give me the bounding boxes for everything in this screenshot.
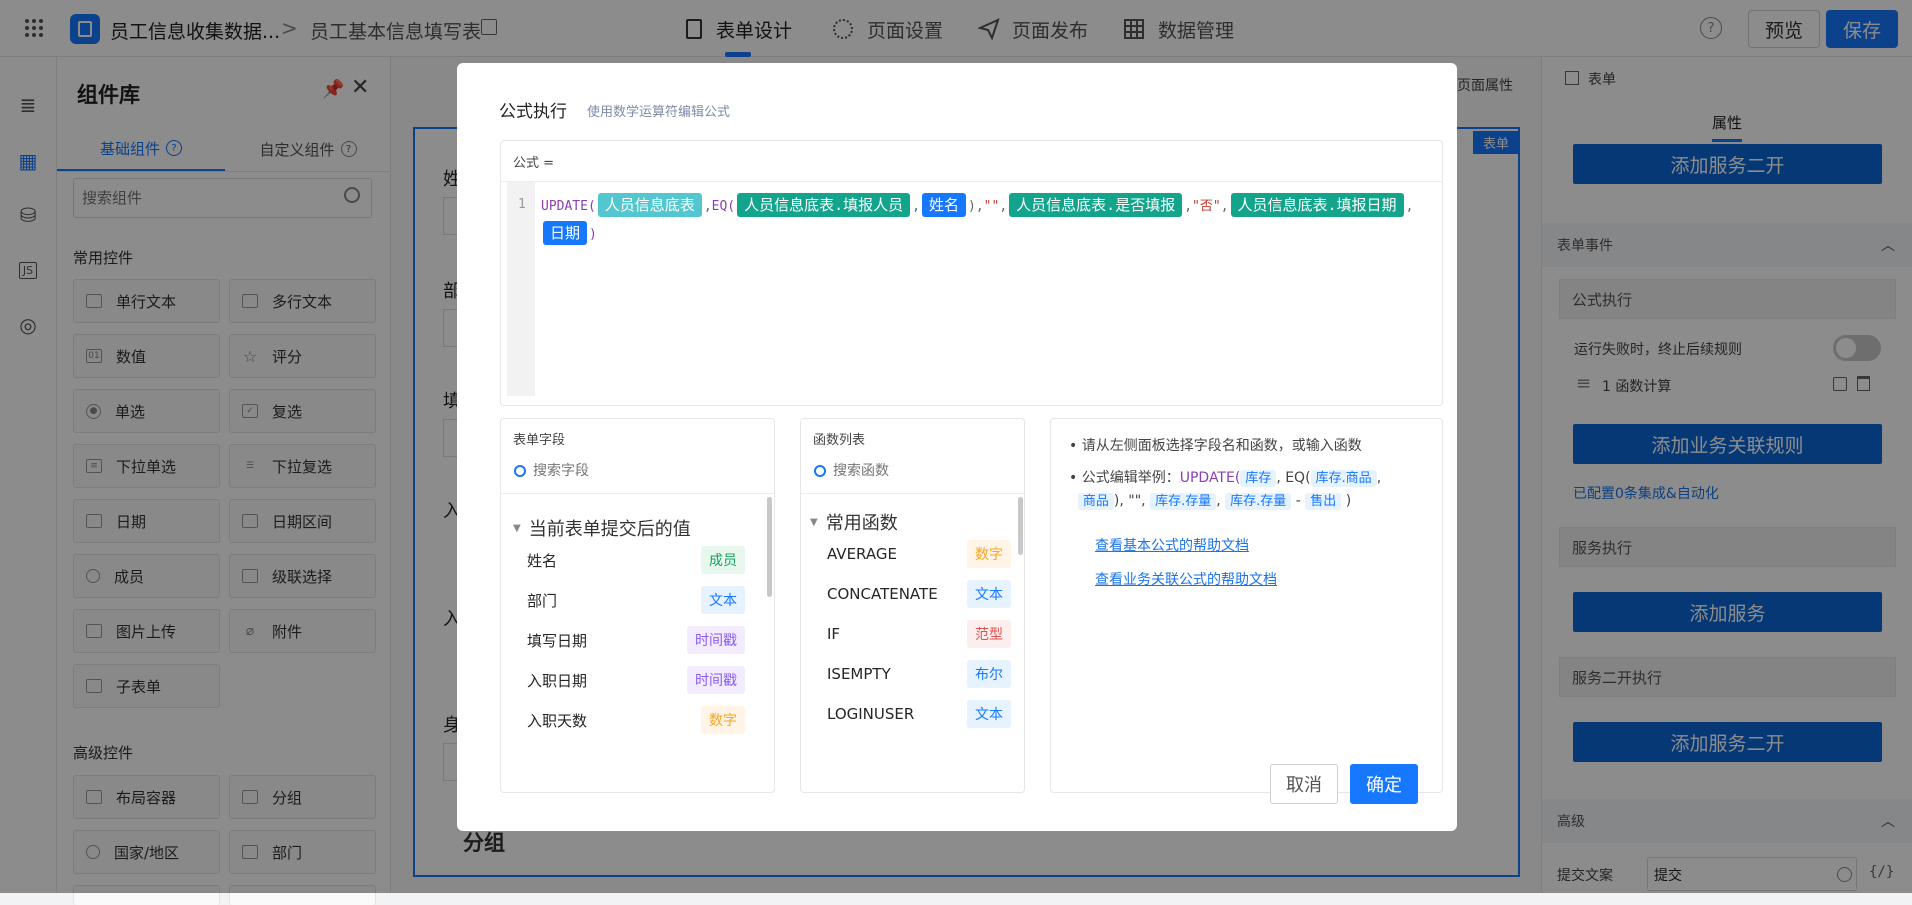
string-literal: "" [983, 199, 1000, 214]
separator: , [999, 199, 1008, 214]
field-type-badge: 数字 [701, 706, 745, 734]
help-panel: • 请从左侧面板选择字段名和函数，或输入函数 • 公式编辑举例：UPDATE(库… [1050, 418, 1443, 793]
line-gutter [507, 182, 535, 396]
cancel-button[interactable]: 取消 [1270, 764, 1338, 804]
example-tag: 库存.存量 [1225, 493, 1292, 510]
field-item[interactable]: 填写日期 时间戳 [501, 620, 761, 660]
field-name: 姓名 [527, 551, 558, 570]
group-title: 常用函数 [825, 513, 898, 534]
caret-down-icon: ▼ [513, 522, 521, 534]
caret-down-icon: ▼ [810, 516, 818, 528]
field-type-badge: 时间戳 [687, 666, 745, 694]
field-name: 填写日期 [527, 631, 588, 650]
formula-code[interactable]: UPDATE(人员信息底表 ,EQ(人员信息底表.填报人员, 姓名),"", 人员信息… [541, 193, 1421, 249]
example-sep: ), "", [1113, 493, 1146, 509]
example-tag: 库存.商品 [1310, 470, 1377, 487]
function-type-badge: 数字 [967, 540, 1011, 568]
field-item[interactable]: 姓名 成员 [501, 540, 761, 580]
example-sep: , EQ( [1276, 470, 1311, 486]
function-type-badge: 文本 [967, 580, 1011, 608]
function-item[interactable]: ISEMPTY 布尔 [801, 654, 1013, 694]
fields-group-toggle[interactable]: ▼ 当前表单提交后的值 [513, 515, 691, 541]
fn-eq: EQ( [711, 199, 736, 214]
separator: ), [968, 199, 984, 214]
example-sep: , [1216, 493, 1221, 509]
function-item[interactable]: AVERAGE 数字 [801, 534, 1013, 574]
field-tag[interactable]: 人员信息底表.是否填报 [1009, 193, 1183, 217]
funcs-search-input[interactable] [833, 455, 1003, 485]
fields-search-input[interactable] [533, 455, 753, 485]
fn-update: UPDATE( [541, 199, 596, 214]
function-item[interactable]: LOGINUSER 文本 [801, 694, 1013, 734]
example-tag: 售出 [1305, 493, 1342, 510]
function-name: IF [827, 625, 841, 643]
example-fn: UPDATE( [1179, 470, 1241, 486]
separator: , [1405, 199, 1414, 214]
example-tag: 库存.存量 [1150, 493, 1217, 510]
field-tag[interactable]: 姓名 [922, 193, 967, 217]
functions-panel: 函数列表 ▼ 常用函数 AVERAGE 数字 CONCATENATE 文本 IF 范型… [800, 418, 1025, 793]
help-tip-2: • 公式编辑举例：UPDATE(库存, EQ(库存.商品, 商品), "", 库… [1069, 470, 1382, 510]
example-sep: , [1376, 470, 1382, 486]
help-tip-1: • 请从左侧面板选择字段名和函数，或输入函数 [1069, 438, 1362, 454]
field-item[interactable]: 入职天数 数字 [501, 700, 761, 740]
funcs-group-toggle[interactable]: ▼ 常用函数 [810, 509, 898, 535]
field-type-badge: 文本 [701, 586, 745, 614]
formula-modal: 公式执行 使用数学运算符编辑公式 公式 = 1 UPDATE(人员信息底表 ,EQ… [457, 63, 1457, 831]
function-item[interactable]: CONCATENATE 文本 [801, 574, 1013, 614]
basic-formula-help-link[interactable]: 查看基本公式的帮助文档 [1095, 535, 1249, 555]
example-sep: - [1295, 493, 1301, 509]
separator: , [1220, 199, 1229, 214]
formula-label: 公式 = [513, 156, 555, 171]
function-type-badge: 文本 [967, 700, 1011, 728]
field-item[interactable]: 部门 文本 [501, 580, 761, 620]
modal-title: 公式执行 [499, 102, 567, 122]
confirm-button[interactable]: 确定 [1350, 764, 1418, 804]
field-item[interactable]: 入职日期 时间戳 [501, 660, 761, 700]
function-type-badge: 布尔 [967, 660, 1011, 688]
formula-editor[interactable]: 公式 = 1 UPDATE(人员信息底表 ,EQ(人员信息底表.填报人员, 姓名),… [500, 140, 1443, 406]
editor-divider [501, 181, 1442, 182]
separator: , [703, 199, 712, 214]
search-icon [514, 465, 526, 477]
example-sep: ) [1345, 493, 1352, 509]
line-number: 1 [518, 197, 526, 212]
separator: ) [589, 227, 597, 242]
string-literal: "否" [1192, 199, 1221, 214]
separator: , [912, 199, 920, 214]
business-formula-help-link[interactable]: 查看业务关联公式的帮助文档 [1095, 569, 1277, 589]
function-name: LOGINUSER [827, 705, 915, 723]
function-type-badge: 范型 [967, 620, 1011, 648]
field-name: 入职日期 [527, 671, 588, 690]
form-fields-panel: 表单字段 ▼ 当前表单提交后的值 姓名成员 部门文本 填写日期时间戳 入职日期时… [500, 418, 775, 793]
function-name: ISEMPTY [827, 665, 891, 683]
funcs-title: 函数列表 [813, 433, 866, 448]
group-title: 当前表单提交后的值 [528, 519, 691, 540]
modal-subtitle: 使用数学运算符编辑公式 [587, 105, 731, 120]
field-name: 入职天数 [527, 711, 588, 730]
example-tag: 商品 [1077, 493, 1114, 510]
function-name: AVERAGE [827, 545, 897, 563]
tip-text: 公式编辑举例： [1081, 470, 1180, 486]
field-tag[interactable]: 人员信息底表.填报人员 [737, 193, 911, 217]
field-tag[interactable]: 日期 [543, 221, 588, 245]
divider [801, 493, 1024, 494]
field-type-badge: 时间戳 [687, 626, 745, 654]
example-tag: 库存 [1240, 470, 1277, 487]
tip-text: 请从左侧面板选择字段名和函数，或输入函数 [1081, 438, 1362, 454]
search-icon [814, 465, 826, 477]
scrollbar[interactable] [767, 497, 772, 597]
fields-title: 表单字段 [513, 433, 566, 448]
field-tag[interactable]: 人员信息底表.填报日期 [1230, 193, 1404, 217]
separator: , [1184, 199, 1193, 214]
divider [501, 493, 774, 494]
field-type-badge: 成员 [701, 546, 745, 574]
scrollbar[interactable] [1018, 497, 1023, 555]
function-name: CONCATENATE [827, 585, 938, 603]
field-name: 部门 [527, 591, 558, 610]
function-item[interactable]: IF 范型 [801, 614, 1013, 654]
field-tag[interactable]: 人员信息底表 [597, 193, 702, 217]
